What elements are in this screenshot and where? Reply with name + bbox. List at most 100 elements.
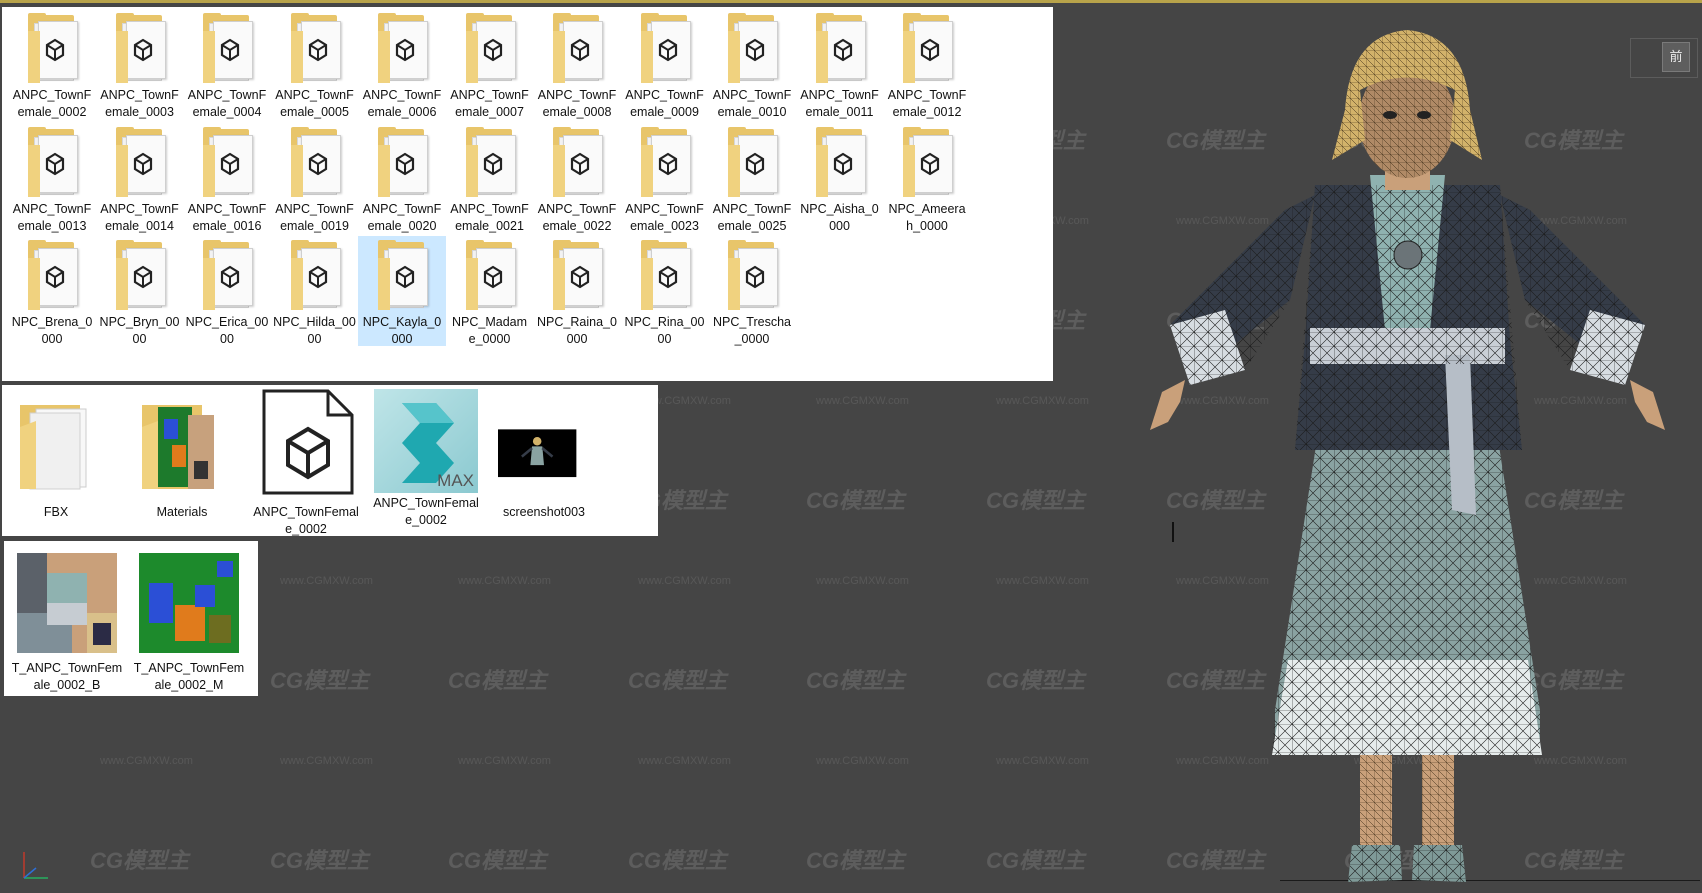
watermark-url: www.CGMXW.com [816, 395, 909, 407]
folder-name-line1: ANPC_TownF [625, 88, 704, 102]
base-color-texture-thumbnail [17, 553, 117, 653]
folder-item[interactable]: ANPC_TownF emale_0012 [883, 9, 971, 119]
folder-name-line2: emale_0011 [805, 105, 874, 119]
watermark-url: www.CGMXW.com [638, 755, 731, 767]
folder-name-line1: NPC_Raina_0 [537, 315, 617, 329]
folder-icon [199, 127, 255, 197]
folder-name-line1: ANPC_TownF [712, 88, 792, 102]
folder-name-line2: 00 [132, 332, 147, 346]
fbx-file[interactable]: ANPC_TownFemal e_0002 [242, 385, 370, 538]
folder-name-line2: emale_0025 [717, 219, 787, 233]
file-explorer-textures: T_ANPC_TownFem ale_0002_B T_ANPC_TownFem al… [4, 541, 258, 696]
folder-name-line2: emale_0022 [542, 219, 612, 233]
file-explorer-npc-folders: ANPC_TownF emale_0002 ANPC_TownF emale_0003… [2, 7, 1053, 381]
folder-name-line2: emale_0021 [455, 219, 524, 233]
folder-item[interactable]: ANPC_TownF emale_0006 [358, 9, 446, 119]
folder-item[interactable]: NPC_Hilda_00 00 [271, 236, 359, 346]
folder-icon [112, 13, 168, 83]
folder-item[interactable]: ANPC_TownF emale_0010 [708, 9, 796, 119]
watermark-logo: CG模型主 [270, 668, 370, 693]
folder-item[interactable]: ANPC_TownF emale_0022 [533, 123, 621, 233]
folder-icon [549, 240, 605, 310]
folder-name-line2: emale_0008 [542, 105, 612, 119]
folder-name-line2: 00 [307, 332, 322, 346]
watermark-url: www.CGMXW.com [458, 755, 551, 767]
folder-item[interactable]: NPC_Raina_0 000 [533, 236, 621, 346]
folder-icon [637, 127, 693, 197]
file-name-line2: ale_0002_M [154, 678, 224, 692]
folder-item[interactable]: ANPC_TownF emale_0007 [446, 9, 534, 119]
watermark-url: www.CGMXW.com [100, 755, 193, 767]
character-wireframe-model[interactable] [1110, 10, 1700, 890]
axis-gizmo-icon [23, 852, 48, 879]
file-name-line2: e_0002 [285, 522, 327, 536]
folder-name-line2: emale_0003 [105, 105, 174, 119]
folder-item[interactable]: NPC_Madam e_0000 [446, 236, 534, 346]
file-name-line1: Materials [156, 505, 208, 519]
folder-item[interactable]: ANPC_TownF emale_0002 [8, 9, 96, 119]
watermark-url: www.CGMXW.com [816, 575, 909, 587]
folder-item[interactable]: ANPC_TownF emale_0020 [358, 123, 446, 233]
folder-name-line1: NPC_Madam [451, 315, 528, 329]
fbx-folder[interactable]: FBX [6, 385, 106, 521]
folder-item[interactable]: ANPC_TownF emale_0013 [8, 123, 96, 233]
folder-name-line2: emale_0002 [17, 105, 87, 119]
texture-file[interactable]: T_ANPC_TownFem ale_0002_M [130, 549, 248, 694]
screenshot-thumbnail [498, 429, 577, 478]
folder-name-line1: ANPC_TownF [100, 202, 179, 216]
folder-item[interactable]: ANPC_TownF emale_0019 [271, 123, 359, 233]
folder-item[interactable]: ANPC_TownF emale_0014 [96, 123, 184, 233]
folder-icon [287, 240, 343, 310]
folder-item[interactable]: NPC_Trescha _0000 [708, 236, 796, 346]
folder-icon [899, 13, 955, 83]
folder-item[interactable]: NPC_Erica_00 00 [183, 236, 271, 346]
watermark-logo: CG模型主 [986, 668, 1086, 693]
folder-item[interactable]: NPC_Kayla_0 000 [358, 236, 446, 346]
folder-item[interactable]: NPC_Ameera h_0000 [883, 123, 971, 233]
folder-item[interactable]: NPC_Brena_0 000 [8, 236, 96, 346]
watermark-url: www.CGMXW.com [280, 755, 373, 767]
folder-item[interactable]: ANPC_TownF emale_0008 [533, 9, 621, 119]
folder-name-line1: ANPC_TownF [450, 202, 529, 216]
folder-icon [199, 240, 255, 310]
folder-item[interactable]: NPC_Bryn_00 00 [96, 236, 184, 346]
folder-item[interactable]: ANPC_TownF emale_0009 [621, 9, 709, 119]
max-badge: MAX [437, 471, 474, 490]
folder-icon [24, 127, 80, 197]
folder-name-line2: h_0000 [906, 219, 948, 233]
screenshot-file[interactable]: screenshot003 [480, 385, 608, 521]
folder-item[interactable]: ANPC_TownF emale_0021 [446, 123, 534, 233]
materials-folder[interactable]: Materials [118, 385, 246, 521]
watermark-logo: CG模型主 [448, 848, 548, 873]
folder-item[interactable]: ANPC_TownF emale_0016 [183, 123, 271, 233]
folder-item[interactable]: ANPC_TownF emale_0023 [621, 123, 709, 233]
watermark-logo: CG模型主 [806, 488, 906, 513]
folder-item[interactable]: ANPC_TownF emale_0004 [183, 9, 271, 119]
watermark-url: www.CGMXW.com [458, 575, 551, 587]
folder-name-line1: NPC_Hilda_00 [273, 315, 356, 329]
folder-name-line1: ANPC_TownF [450, 88, 529, 102]
folder-item[interactable]: NPC_Aisha_0 000 [796, 123, 884, 233]
folder-icon [374, 13, 430, 83]
watermark-logo: CG模型主 [448, 668, 548, 693]
folder-item[interactable]: ANPC_TownF emale_0003 [96, 9, 184, 119]
folder-name-line1: ANPC_TownF [187, 88, 267, 102]
folder-item[interactable]: ANPC_TownF emale_0005 [271, 9, 359, 119]
folder-name-line2: 000 [829, 219, 850, 233]
watermark-logo: CG模型主 [90, 848, 190, 873]
texture-file[interactable]: T_ANPC_TownFem ale_0002_B [8, 549, 126, 694]
folder-item[interactable]: ANPC_TownF emale_0011 [796, 9, 884, 119]
folder-name-line2: 000 [41, 332, 63, 346]
folder-icon [24, 240, 80, 310]
folder-name-line2: emale_0020 [367, 219, 437, 233]
folder-item[interactable]: ANPC_TownF emale_0025 [708, 123, 796, 233]
folder-name-line1: NPC_Kayla_0 [362, 315, 442, 329]
folder-name-line1: ANPC_TownF [12, 88, 92, 102]
folder-name-line2: 000 [391, 332, 413, 346]
folder-name-line1: ANPC_TownF [187, 202, 267, 216]
max-scene-file[interactable]: MAX ANPC_TownFemal e_0002 [362, 385, 490, 529]
watermark-logo: CG模型主 [986, 488, 1086, 513]
folder-name-line2: 00 [657, 332, 672, 346]
folder-name-line1: ANPC_TownF [537, 88, 617, 102]
folder-item[interactable]: NPC_Rina_00 00 [621, 236, 709, 346]
